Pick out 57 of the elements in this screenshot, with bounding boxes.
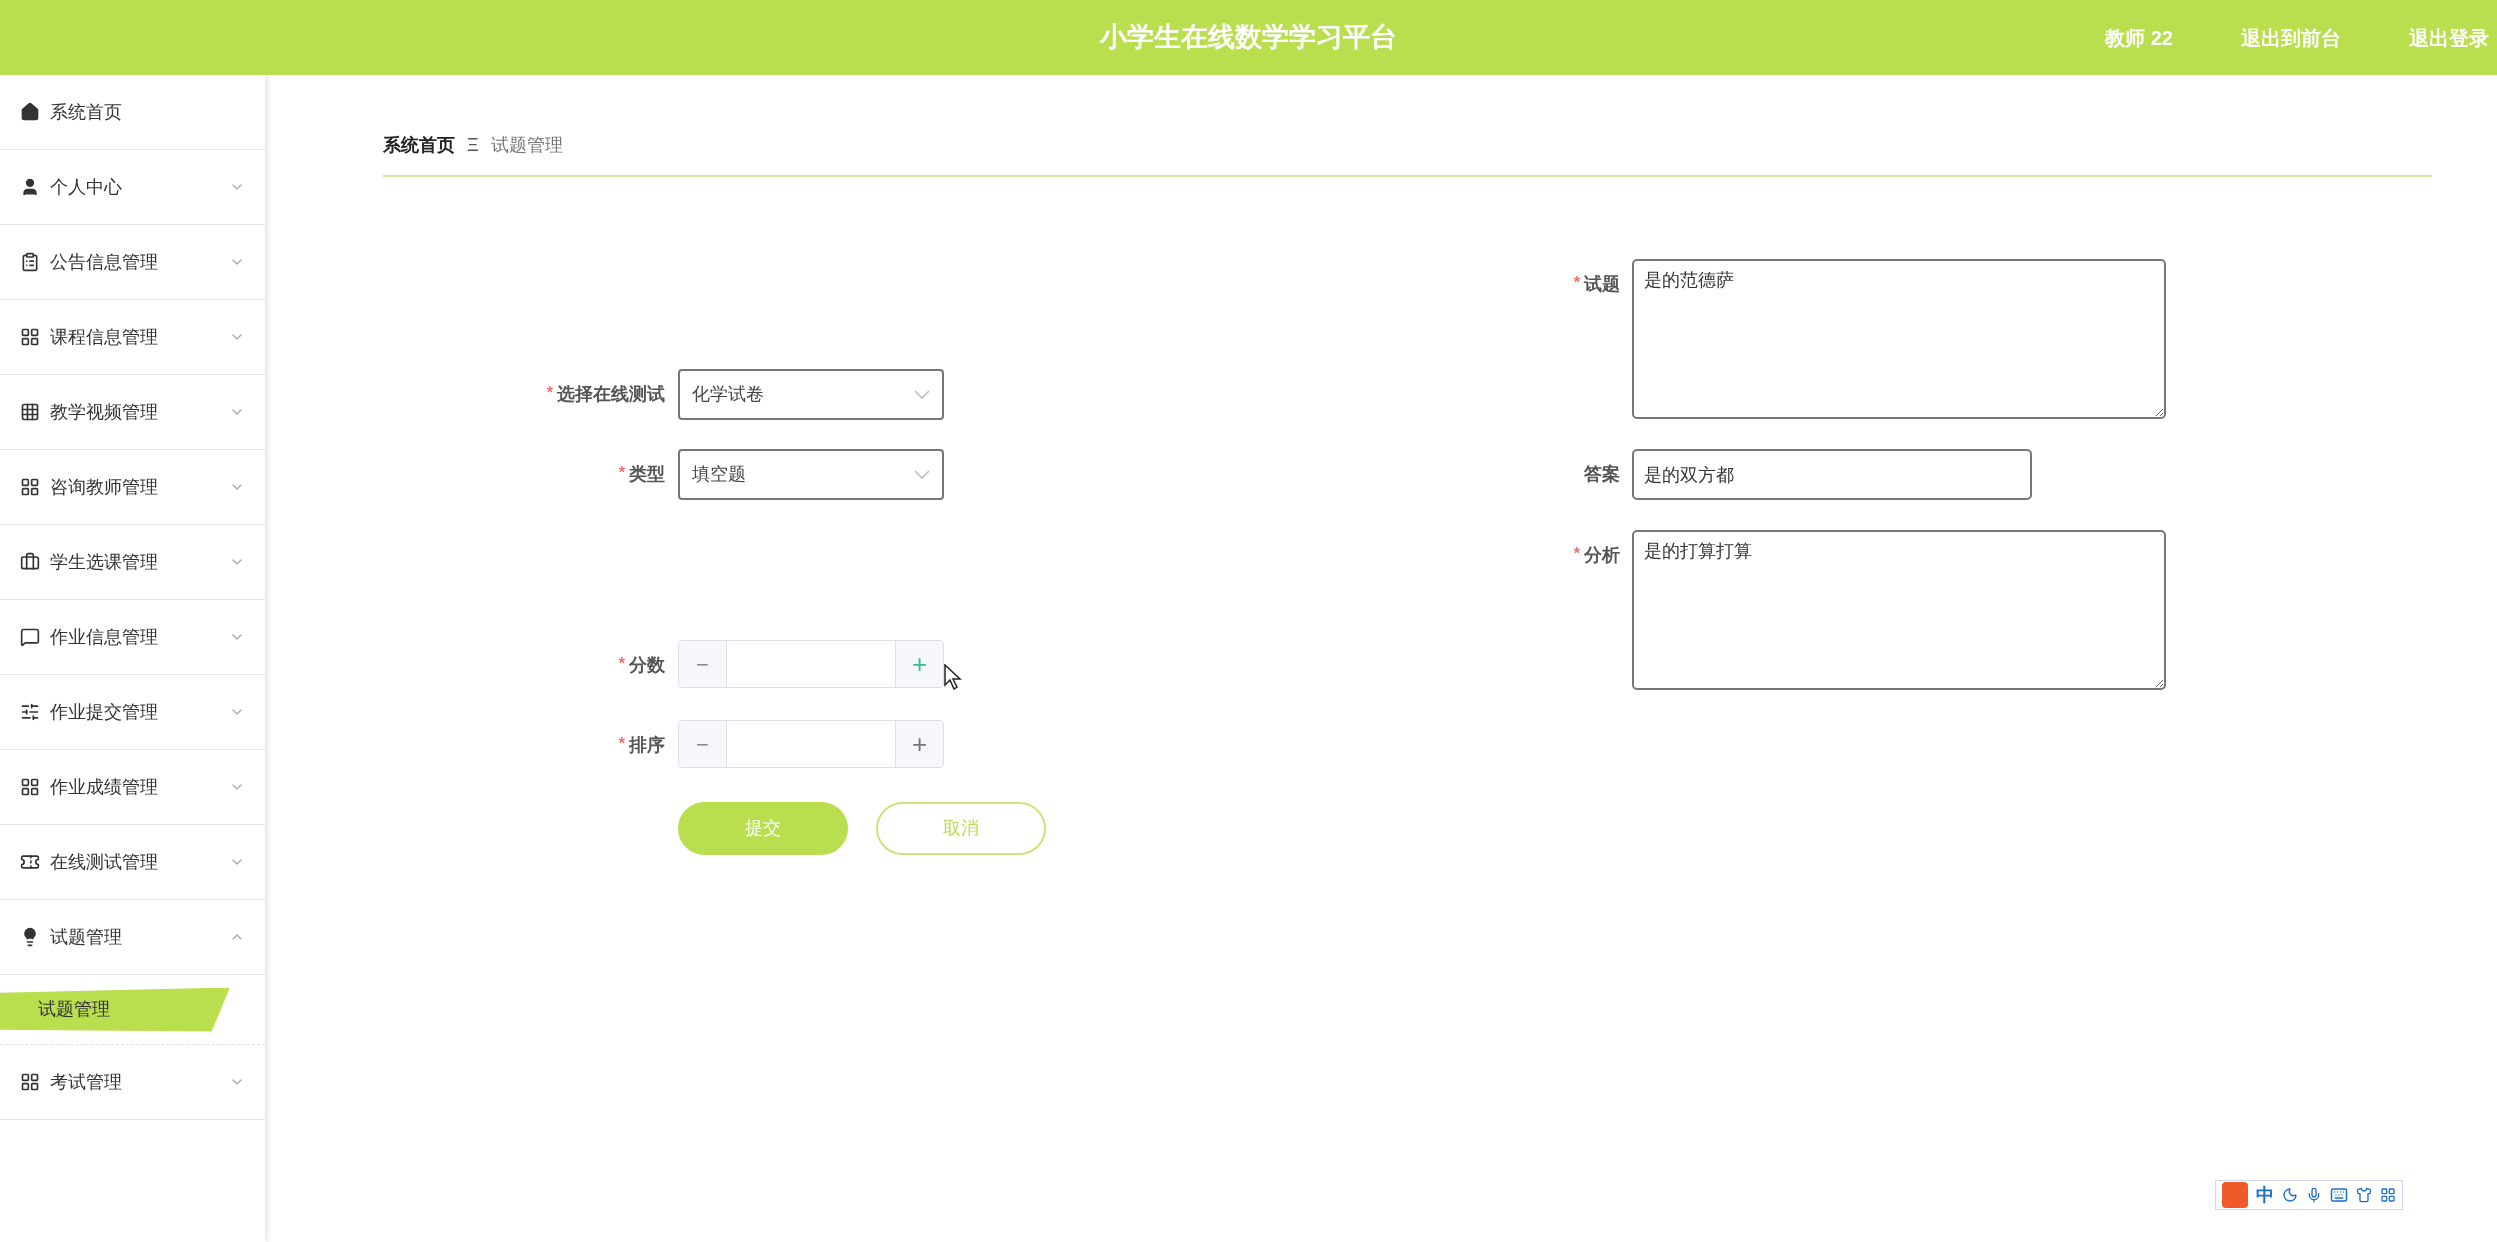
- field-label: 分析: [1584, 544, 1620, 567]
- sidebar-item[interactable]: 作业提交管理: [0, 675, 265, 750]
- sidebar-item[interactable]: 在线测试管理: [0, 825, 265, 900]
- microphone-icon[interactable]: [2306, 1187, 2322, 1203]
- keyboard-icon[interactable]: [2330, 1186, 2348, 1204]
- breadcrumb-current: 试题管理: [490, 133, 563, 157]
- sidebar-item[interactable]: 考试管理: [0, 1045, 265, 1120]
- ticket-icon: [20, 852, 40, 872]
- sidebar-item[interactable]: 个人中心: [0, 150, 265, 225]
- moon-icon[interactable]: [2282, 1187, 2298, 1203]
- sidebar-item[interactable]: 课程信息管理: [0, 300, 265, 375]
- field-label: 答案: [1584, 463, 1620, 486]
- sidebar-item[interactable]: 试题管理: [0, 900, 265, 975]
- home-icon: [20, 102, 40, 122]
- sliders-icon: [20, 702, 40, 722]
- required-asterisk: *: [1573, 273, 1580, 293]
- field-label: 试题: [1584, 273, 1620, 296]
- grid-icon[interactable]: [2380, 1187, 2396, 1203]
- sidebar-item[interactable]: 咨询教师管理: [0, 450, 265, 525]
- chevron-down-icon: [914, 470, 930, 479]
- required-asterisk: *: [1573, 544, 1580, 564]
- field-label: 类型: [629, 463, 665, 486]
- site-title: 小学生在线数学学习平台: [1100, 21, 1397, 55]
- chat-icon: [20, 627, 40, 647]
- text-area[interactable]: 是的打算打算: [1632, 530, 2166, 690]
- grid-icon: [20, 777, 40, 797]
- select-field[interactable]: 化学试卷: [678, 369, 944, 420]
- required-asterisk: *: [618, 654, 625, 674]
- sidebar-item[interactable]: 系统首页: [0, 75, 265, 150]
- field-label: 排序: [629, 734, 665, 757]
- ime-mode-toggle[interactable]: 中: [2256, 1181, 2274, 1209]
- chevron-down-icon: [914, 390, 930, 399]
- grid-icon: [20, 477, 40, 497]
- sidebar-item[interactable]: 作业信息管理: [0, 600, 265, 675]
- grid-icon: [20, 402, 40, 422]
- user-icon: [20, 177, 40, 197]
- required-asterisk: *: [618, 463, 625, 483]
- shirt-icon[interactable]: [2356, 1187, 2372, 1203]
- required-asterisk: *: [618, 734, 625, 754]
- grid-icon: [20, 1072, 40, 1092]
- briefcase-icon: [20, 552, 40, 572]
- required-asterisk: *: [546, 383, 553, 403]
- sidebar-item[interactable]: 公告信息管理: [0, 225, 265, 300]
- clipboard-icon: [20, 252, 40, 272]
- sidebar-item[interactable]: 学生选课管理: [0, 525, 265, 600]
- grid-icon: [20, 327, 40, 347]
- field-label: 选择在线测试: [557, 383, 665, 406]
- ime-logo-icon: [2222, 1182, 2248, 1208]
- sidebar-item[interactable]: 作业成绩管理: [0, 750, 265, 825]
- field-label: 分数: [629, 654, 665, 677]
- sidebar-item[interactable]: 教学视频管理: [0, 375, 265, 450]
- breadcrumb-separator: Ξ: [467, 133, 479, 157]
- text-area[interactable]: 是的范德萨: [1632, 259, 2166, 419]
- select-field[interactable]: 填空题: [678, 449, 944, 500]
- sidebar-subitem[interactable]: 试题管理: [0, 987, 230, 1032]
- breadcrumb-link[interactable]: 系统首页: [383, 131, 455, 159]
- input-field[interactable]: 是的双方都: [1632, 449, 2032, 500]
